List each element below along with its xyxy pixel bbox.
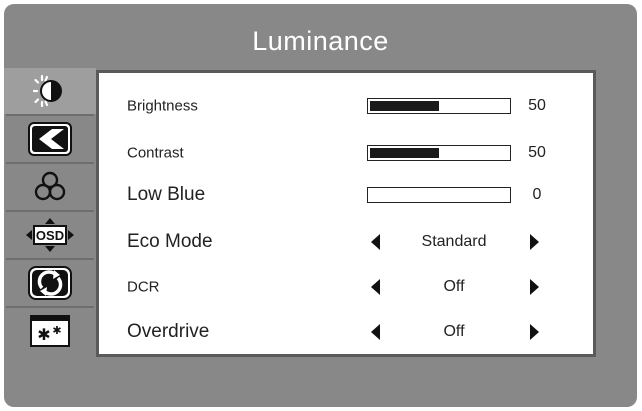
arrow-right-icon[interactable] xyxy=(530,324,539,340)
arrow-right-icon[interactable] xyxy=(530,234,539,250)
overdrive-row[interactable]: Overdrive Off xyxy=(99,309,593,355)
arrow-left-icon[interactable] xyxy=(371,279,380,295)
luminance-icon xyxy=(33,74,67,108)
misc-icon: ✱ ✱ xyxy=(30,315,70,347)
contrast-label: Contrast xyxy=(127,144,184,162)
svg-text:✱: ✱ xyxy=(37,325,50,344)
low-blue-slider[interactable] xyxy=(367,187,511,203)
eco-mode-value: Standard xyxy=(421,233,487,250)
contrast-row[interactable]: Contrast 50 xyxy=(99,130,593,176)
low-blue-value: 0 xyxy=(532,186,542,203)
dcr-label: DCR xyxy=(127,278,160,296)
arrow-left-icon[interactable] xyxy=(371,234,380,250)
arrow-right-icon[interactable] xyxy=(530,279,539,295)
osd-setup-icon: OSD xyxy=(26,218,74,252)
osd-menu: Luminance OSD ✱ ✱ Brightness 50 Contrast… xyxy=(4,4,637,407)
brightness-slider[interactable] xyxy=(367,98,511,114)
overdrive-label: Overdrive xyxy=(127,321,210,342)
sidebar-item-image-setup[interactable] xyxy=(4,116,96,162)
brightness-label: Brightness xyxy=(127,97,198,115)
image-setup-icon xyxy=(28,122,72,156)
low-blue-label: Low Blue xyxy=(127,184,206,205)
contrast-slider-fill xyxy=(370,148,439,158)
svg-text:✱: ✱ xyxy=(52,324,61,337)
menu-title: Luminance xyxy=(252,26,389,56)
eco-mode-label: Eco Mode xyxy=(127,231,213,252)
brightness-slider-fill xyxy=(370,101,439,111)
reset-icon xyxy=(28,266,72,300)
contrast-slider[interactable] xyxy=(367,145,511,161)
color-setup-icon xyxy=(33,170,67,204)
dcr-row[interactable]: DCR Off xyxy=(99,264,593,310)
arrow-left-icon[interactable] xyxy=(371,324,380,340)
overdrive-value: Off xyxy=(443,323,465,340)
eco-mode-row[interactable]: Eco Mode Standard xyxy=(99,219,593,265)
low-blue-row[interactable]: Low Blue 0 xyxy=(99,172,593,218)
sidebar-item-color-setup[interactable] xyxy=(4,164,96,210)
svg-text:OSD: OSD xyxy=(36,228,64,243)
dcr-value: Off xyxy=(443,278,465,295)
settings-panel: Brightness 50 Contrast 50 Low Blue 0 Eco… xyxy=(96,70,596,357)
brightness-row[interactable]: Brightness 50 xyxy=(99,83,593,129)
contrast-value: 50 xyxy=(528,144,546,161)
sidebar-item-luminance[interactable] xyxy=(4,68,96,114)
sidebar-item-reset[interactable] xyxy=(4,260,96,306)
brightness-value: 50 xyxy=(528,97,546,114)
sidebar-item-misc[interactable]: ✱ ✱ xyxy=(4,308,96,354)
sidebar-item-osd-setup[interactable]: OSD xyxy=(4,212,96,258)
